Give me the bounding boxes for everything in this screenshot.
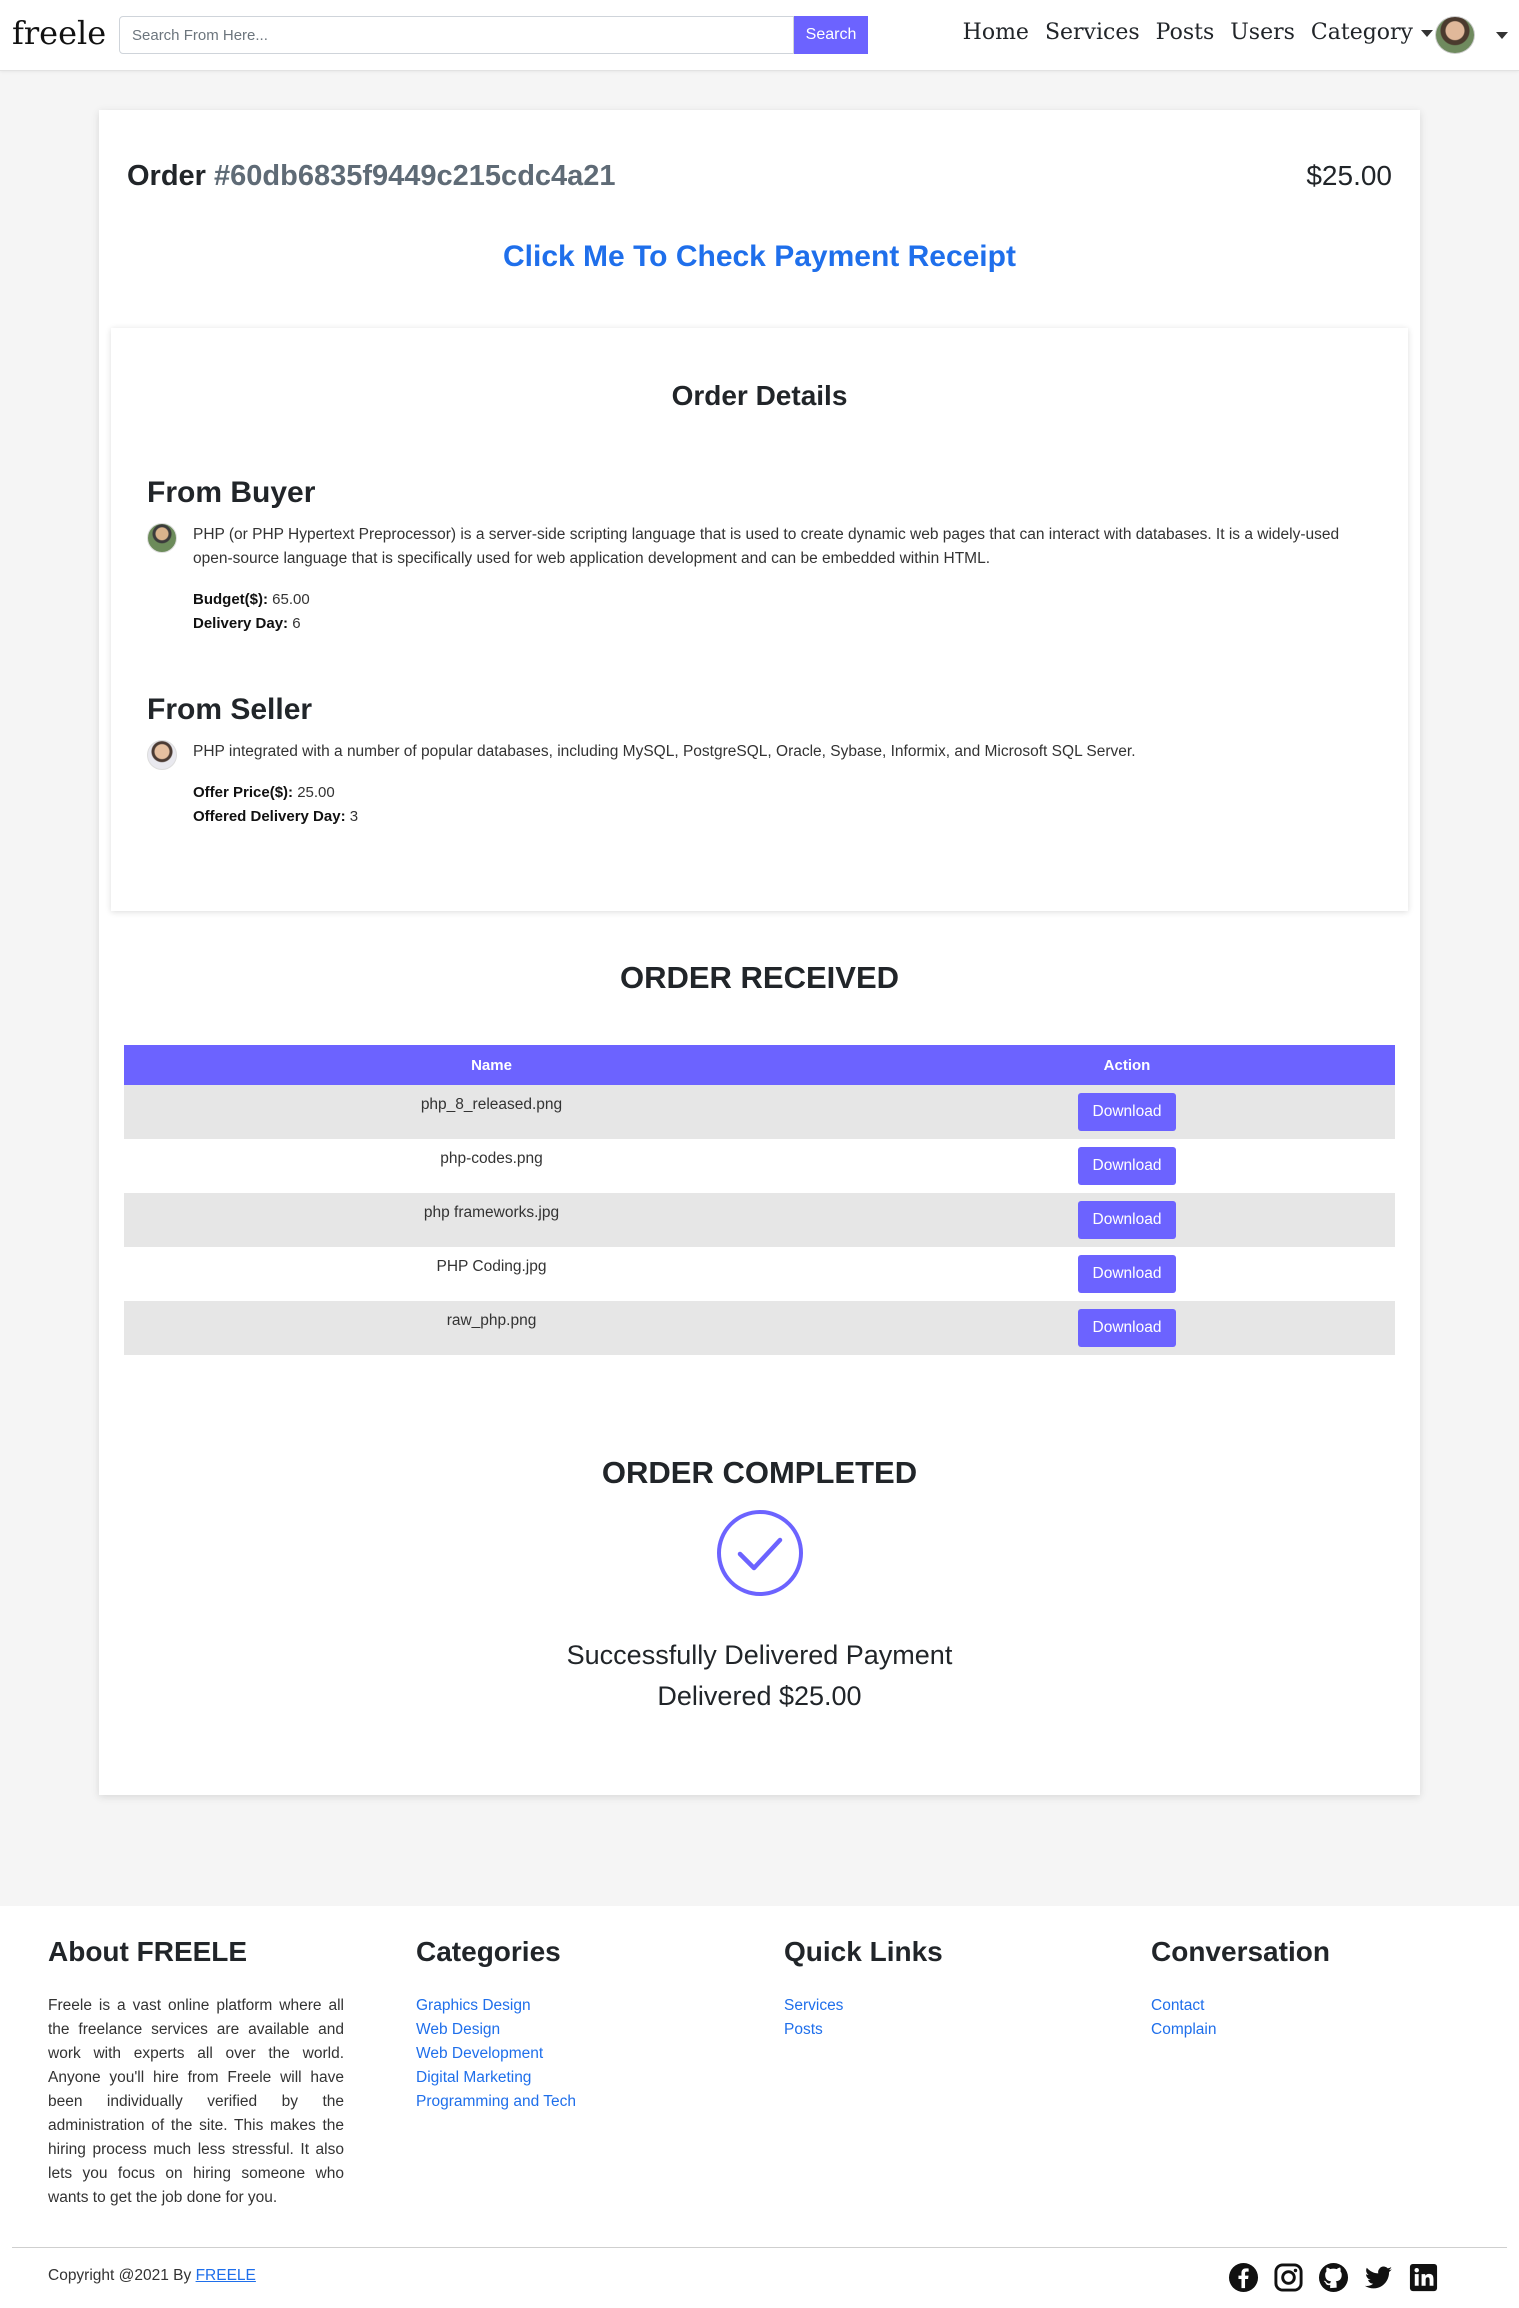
avatar	[1435, 16, 1475, 54]
buyer-meta: Budget($): 65.00 Delivery Day: 6	[193, 588, 310, 636]
table-row: php frameworks.jpg Download	[124, 1193, 1395, 1247]
brand-logo[interactable]: freele	[12, 14, 106, 52]
search-button[interactable]: Search	[794, 16, 868, 54]
budget-value: 65.00	[272, 591, 310, 608]
nav-category-dropdown[interactable]: Category	[1311, 20, 1433, 45]
order-received-title: ORDER RECEIVED	[619, 960, 900, 995]
linkedin-icon[interactable]	[1408, 2262, 1439, 2293]
received-files-table: Name Action php_8_released.png Download …	[124, 1045, 1395, 1355]
column-header-name: Name	[124, 1045, 859, 1085]
offered-delivery-value: 3	[349, 808, 359, 825]
offered-delivery-label: Offered Delivery Day:	[193, 808, 346, 825]
file-name: PHP Coding.jpg	[124, 1247, 859, 1301]
order-details-card: Order Details From Buyer PHP (or PHP Hyp…	[111, 328, 1408, 911]
search-input[interactable]	[119, 16, 794, 54]
nav-link-home[interactable]: Home	[963, 20, 1029, 45]
file-name: php frameworks.jpg	[124, 1193, 859, 1247]
nav-links: Home Services Posts Users Category	[963, 20, 1433, 45]
seller-avatar	[147, 740, 177, 770]
buyer-heading: From Buyer	[147, 476, 316, 509]
download-button[interactable]: Download	[1078, 1255, 1176, 1293]
nav-link-users[interactable]: Users	[1230, 20, 1295, 45]
table-row: php-codes.png Download	[124, 1139, 1395, 1193]
chevron-down-icon	[1421, 29, 1433, 37]
offer-price-value: 25.00	[297, 784, 335, 801]
order-details-title: Order Details	[671, 380, 848, 411]
order-title: Order #60db6835f9449c215cdc4a21	[127, 160, 616, 193]
order-label: Order	[127, 160, 206, 192]
footer-divider	[12, 2247, 1507, 2248]
order-completed-title: ORDER COMPLETED	[601, 1455, 918, 1490]
delivery-label: Delivery Day:	[193, 615, 289, 632]
delivered-amount: Delivered $25.00	[657, 1681, 862, 1711]
footer-conversation-title: Conversation	[1151, 1936, 1330, 1967]
github-icon[interactable]	[1318, 2262, 1349, 2293]
download-button[interactable]: Download	[1078, 1093, 1176, 1131]
footer-link-graphics-design[interactable]: Graphics Design	[416, 1994, 576, 2018]
twitter-icon[interactable]	[1363, 2262, 1394, 2293]
footer-about-text: Freele is a vast online platform where a…	[48, 1997, 344, 2206]
buyer-message: PHP (or PHP Hypertext Preprocessor) is a…	[147, 523, 1372, 571]
footer-link-programming-and-tech[interactable]: Programming and Tech	[416, 2090, 576, 2114]
seller-message-text: PHP integrated with a number of popular …	[193, 743, 1136, 760]
nav-link-category: Category	[1310, 20, 1413, 45]
footer-link-services[interactable]: Services	[784, 1994, 943, 2018]
copyright: Copyright @2021 By FREELE	[48, 2267, 256, 2285]
footer-quick-links: Quick Links Services Posts	[784, 1936, 943, 2042]
seller-meta: Offer Price($): 25.00 Offered Delivery D…	[193, 781, 358, 829]
social-links	[1228, 2262, 1439, 2293]
download-button[interactable]: Download	[1078, 1201, 1176, 1239]
footer-conversation: Conversation Contact Complain	[1151, 1936, 1330, 2042]
footer-link-contact[interactable]: Contact	[1151, 1994, 1330, 2018]
buyer-avatar	[147, 523, 177, 553]
budget-label: Budget($):	[193, 591, 268, 608]
success-message: Successfully Delivered Payment	[566, 1640, 953, 1670]
file-name: php-codes.png	[124, 1139, 859, 1193]
delivery-value: 6	[292, 615, 301, 632]
facebook-icon[interactable]	[1228, 2262, 1259, 2293]
top-navbar: freele Search Home Services Posts Users …	[0, 0, 1519, 71]
table-row: PHP Coding.jpg Download	[124, 1247, 1395, 1301]
footer-about-title: About FREELE	[48, 1936, 248, 1967]
user-menu-avatar[interactable]	[1435, 16, 1477, 54]
footer-link-posts[interactable]: Posts	[784, 2018, 943, 2042]
offer-price-label: Offer Price($):	[193, 784, 294, 801]
footer-about: About FREELE Freele is a vast online pla…	[48, 1936, 344, 2210]
chevron-down-icon[interactable]	[1496, 32, 1508, 39]
footer-link-digital-marketing[interactable]: Digital Marketing	[416, 2066, 576, 2090]
footer-categories: Categories Graphics Design Web Design We…	[416, 1936, 576, 2114]
order-price: $25.00	[1306, 160, 1392, 191]
check-circle-icon	[717, 1510, 803, 1596]
seller-heading: From Seller	[147, 693, 313, 726]
payment-receipt-link[interactable]: Click Me To Check Payment Receipt	[99, 240, 1420, 274]
file-name: php_8_released.png	[124, 1085, 859, 1139]
nav-link-posts[interactable]: Posts	[1156, 20, 1215, 45]
download-button[interactable]: Download	[1078, 1147, 1176, 1185]
file-name: raw_php.png	[124, 1301, 859, 1355]
footer-quick-links-title: Quick Links	[784, 1936, 943, 1967]
instagram-icon[interactable]	[1273, 2262, 1304, 2293]
table-row: raw_php.png Download	[124, 1301, 1395, 1355]
column-header-action: Action	[859, 1045, 1395, 1085]
footer-link-web-design[interactable]: Web Design	[416, 2018, 576, 2042]
copyright-link[interactable]: FREELE	[196, 2267, 256, 2284]
download-button[interactable]: Download	[1078, 1309, 1176, 1347]
order-id: #60db6835f9449c215cdc4a21	[214, 160, 616, 192]
order-card: Order #60db6835f9449c215cdc4a21 $25.00 C…	[99, 110, 1420, 1795]
table-row: php_8_released.png Download	[124, 1085, 1395, 1139]
footer-link-web-development[interactable]: Web Development	[416, 2042, 576, 2066]
copyright-text: Copyright @2021 By	[48, 2267, 192, 2284]
footer-categories-title: Categories	[416, 1936, 561, 1967]
buyer-message-text: PHP (or PHP Hypertext Preprocessor) is a…	[193, 526, 1340, 567]
seller-message: PHP integrated with a number of popular …	[147, 740, 1372, 770]
nav-link-services[interactable]: Services	[1045, 20, 1140, 45]
footer-link-complain[interactable]: Complain	[1151, 2018, 1330, 2042]
